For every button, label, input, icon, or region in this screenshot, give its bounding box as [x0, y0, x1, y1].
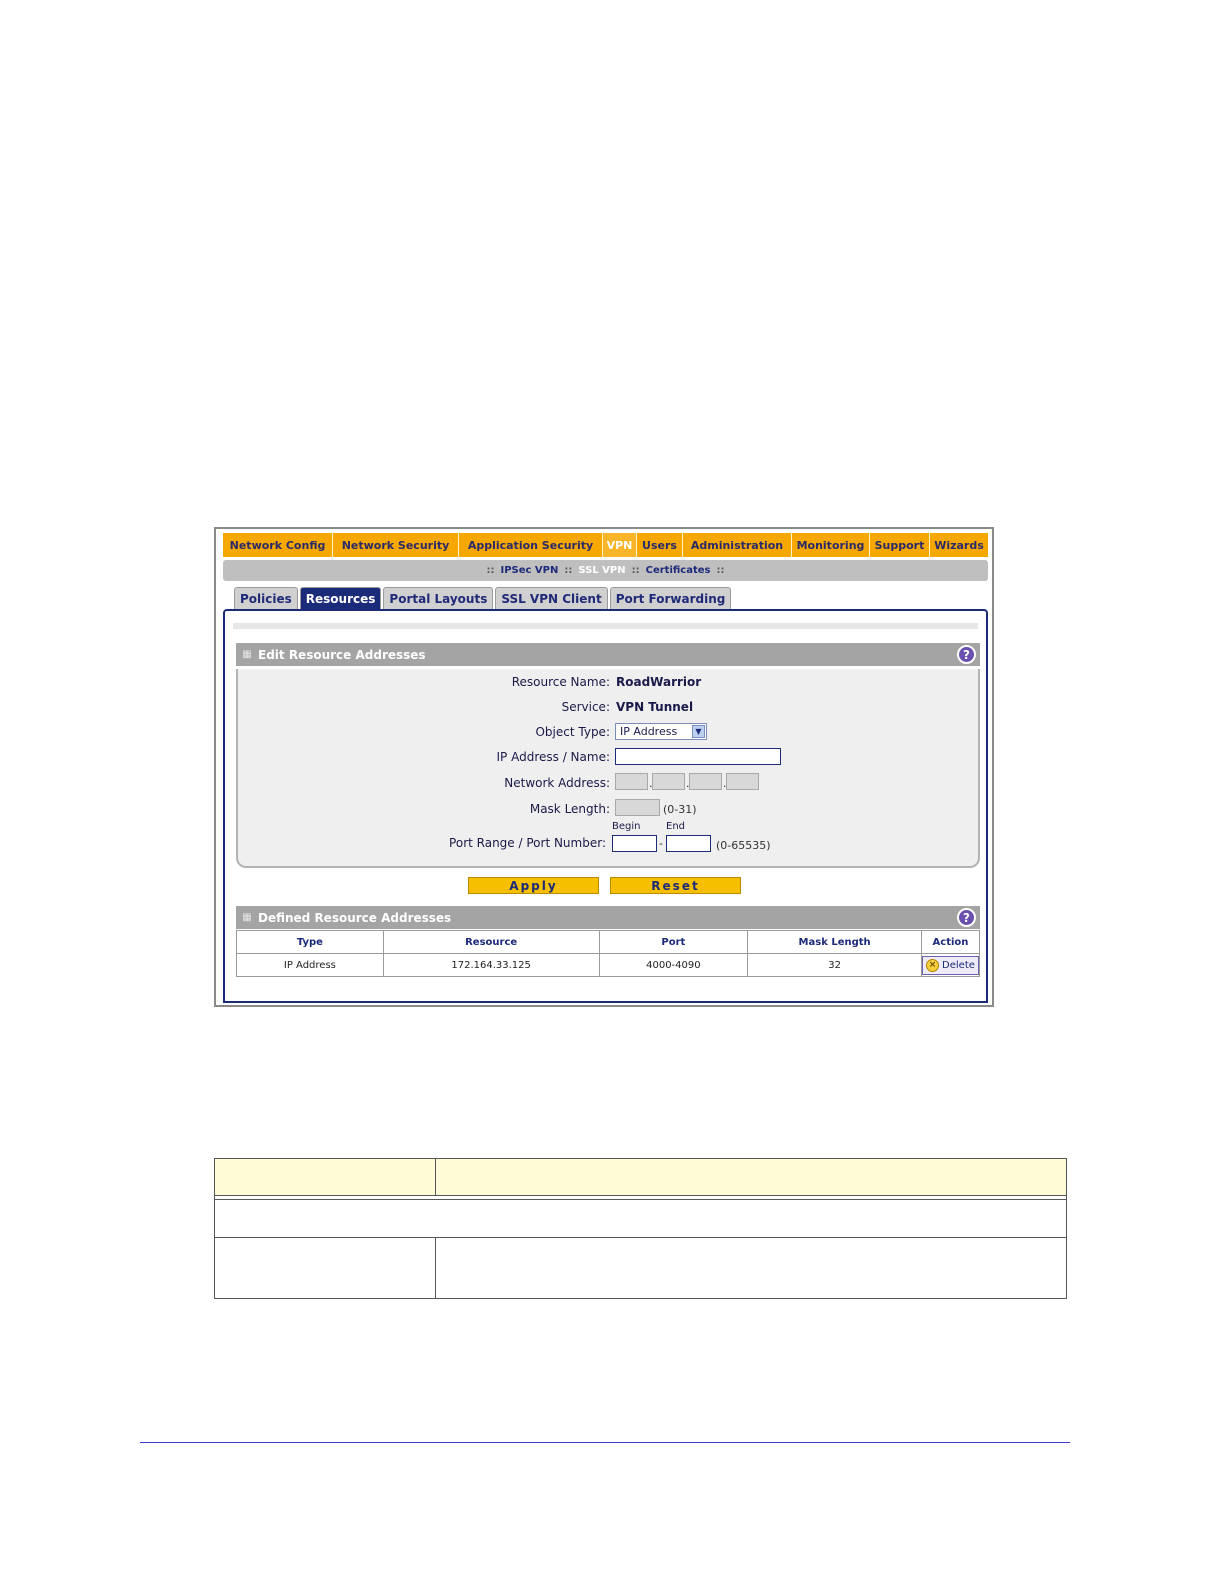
subnav-separator: :: [486, 565, 495, 576]
nav-application-security[interactable]: Application Security [459, 533, 603, 557]
nav-users[interactable]: Users [637, 533, 683, 557]
cell-port: 4000-4090 [598, 953, 749, 977]
grip-icon: ▦ [242, 912, 252, 923]
network-address-octet-1[interactable] [615, 773, 648, 790]
delete-x-icon: × [926, 958, 940, 972]
resource-name-label: Resource Name: [511, 675, 610, 689]
port-range-label: Port Range / Port Number: [449, 836, 606, 850]
mask-length-row: Mask Length: (0-31) [238, 799, 978, 819]
mask-length-hint: (0-31) [663, 803, 697, 816]
footer-rule [140, 1442, 1070, 1443]
cell-action: × Delete [920, 953, 981, 977]
nav-network-security[interactable]: Network Security [333, 533, 459, 557]
port-range-hint: (0-65535) [716, 839, 771, 852]
mask-length-label: Mask Length: [529, 802, 610, 816]
nav-vpn[interactable]: VPN [603, 533, 637, 557]
defined-section-header: ▦ Defined Resource Addresses ? [236, 906, 980, 929]
delete-button-label: Delete [942, 959, 975, 971]
reset-button[interactable]: Reset [610, 877, 741, 894]
tab-port-forwarding[interactable]: Port Forwarding [609, 587, 732, 609]
resource-table: Type Resource Port Mask Length Action IP… [236, 930, 981, 977]
top-navigation: Network Config Network Security Applicat… [223, 533, 988, 557]
edit-section-header: ▦ Edit Resource Addresses ? [236, 643, 980, 666]
nav-monitoring[interactable]: Monitoring [792, 533, 870, 557]
mask-length-input[interactable] [615, 799, 660, 816]
network-address-octet-3[interactable] [689, 773, 722, 790]
object-type-row: Object Type: IP Address ▼ [238, 722, 978, 742]
edit-form: Resource Name: RoadWarrior Service: VPN … [236, 669, 980, 868]
nav-wizards[interactable]: Wizards [930, 533, 988, 557]
document-table-row [215, 1238, 1066, 1298]
delete-button[interactable]: × Delete [922, 955, 979, 975]
port-dash: - [659, 837, 663, 850]
object-type-value: IP Address [620, 725, 678, 738]
tab-portal-layouts[interactable]: Portal Layouts [383, 587, 494, 609]
port-end-input[interactable] [666, 835, 711, 852]
table-header-row: Type Resource Port Mask Length Action [236, 930, 981, 954]
defined-section-title: Defined Resource Addresses [258, 910, 452, 925]
document-table [214, 1158, 1067, 1299]
divider [233, 623, 978, 629]
column-header-mask-length: Mask Length [747, 930, 922, 954]
nav-support[interactable]: Support [870, 533, 930, 557]
port-range-row: Begin End Port Range / Port Number: - (0… [238, 821, 978, 863]
ip-name-label: IP Address / Name: [496, 750, 611, 764]
cell-resource: 172.164.33.125 [382, 953, 600, 977]
subnav-ipsec-vpn[interactable]: IPSec VPN [500, 565, 558, 576]
content-panel: ▦ Edit Resource Addresses ? Resource Nam… [223, 609, 988, 1003]
network-address-label: Network Address: [504, 776, 610, 790]
screenshot-frame: Network Config Network Security Applicat… [214, 527, 994, 1007]
port-end-label: End [666, 821, 686, 832]
service-value: VPN Tunnel [616, 700, 694, 714]
subnav-separator: :: [631, 565, 640, 576]
ip-name-input[interactable] [615, 748, 781, 765]
help-icon[interactable]: ? [957, 908, 976, 927]
network-address-row: Network Address: . . . [238, 773, 978, 793]
port-begin-input[interactable] [612, 835, 657, 852]
column-header-port: Port [598, 930, 749, 954]
subnav-separator: :: [564, 565, 573, 576]
column-header-resource: Resource [382, 930, 600, 954]
service-label: Service: [561, 700, 610, 714]
tab-ssl-vpn-client[interactable]: SSL VPN Client [495, 587, 608, 609]
chevron-down-icon[interactable]: ▼ [692, 725, 705, 738]
service-row: Service: VPN Tunnel [238, 697, 978, 717]
tab-policies[interactable]: Policies [234, 587, 298, 609]
resource-name-value: RoadWarrior [616, 675, 702, 689]
resource-name-row: Resource Name: RoadWarrior [238, 672, 978, 692]
subnav-ssl-vpn[interactable]: SSL VPN [578, 565, 625, 576]
apply-button[interactable]: Apply [468, 877, 599, 894]
nav-network-config[interactable]: Network Config [223, 533, 333, 557]
help-icon[interactable]: ? [957, 645, 976, 664]
subnav-certificates[interactable]: Certificates [646, 565, 711, 576]
subnav-separator: :: [716, 565, 725, 576]
grip-icon: ▦ [242, 649, 252, 660]
port-begin-label: Begin [612, 821, 641, 832]
tab-bar: Policies Resources Portal Layouts SSL VP… [234, 587, 732, 609]
column-header-type: Type [236, 930, 384, 954]
ip-name-row: IP Address / Name: [238, 747, 978, 767]
tab-resources[interactable]: Resources [299, 587, 382, 609]
object-type-select[interactable]: IP Address ▼ [615, 723, 707, 740]
column-header-action: Action [920, 930, 981, 954]
document-table-row [215, 1200, 1066, 1238]
network-address-octet-2[interactable] [652, 773, 685, 790]
object-type-label: Object Type: [535, 725, 610, 739]
document-table-header-cell [215, 1159, 436, 1195]
document-table-header-row [215, 1159, 1066, 1196]
document-table-cell [215, 1238, 436, 1298]
nav-administration[interactable]: Administration [683, 533, 792, 557]
cell-type: IP Address [236, 953, 384, 977]
network-address-octet-4[interactable] [726, 773, 759, 790]
cell-mask-length: 32 [747, 953, 922, 977]
sub-navigation: :: IPSec VPN :: SSL VPN :: Certificates … [223, 560, 988, 581]
edit-section-title: Edit Resource Addresses [258, 647, 426, 662]
table-row: IP Address 172.164.33.125 4000-4090 32 ×… [236, 953, 981, 977]
